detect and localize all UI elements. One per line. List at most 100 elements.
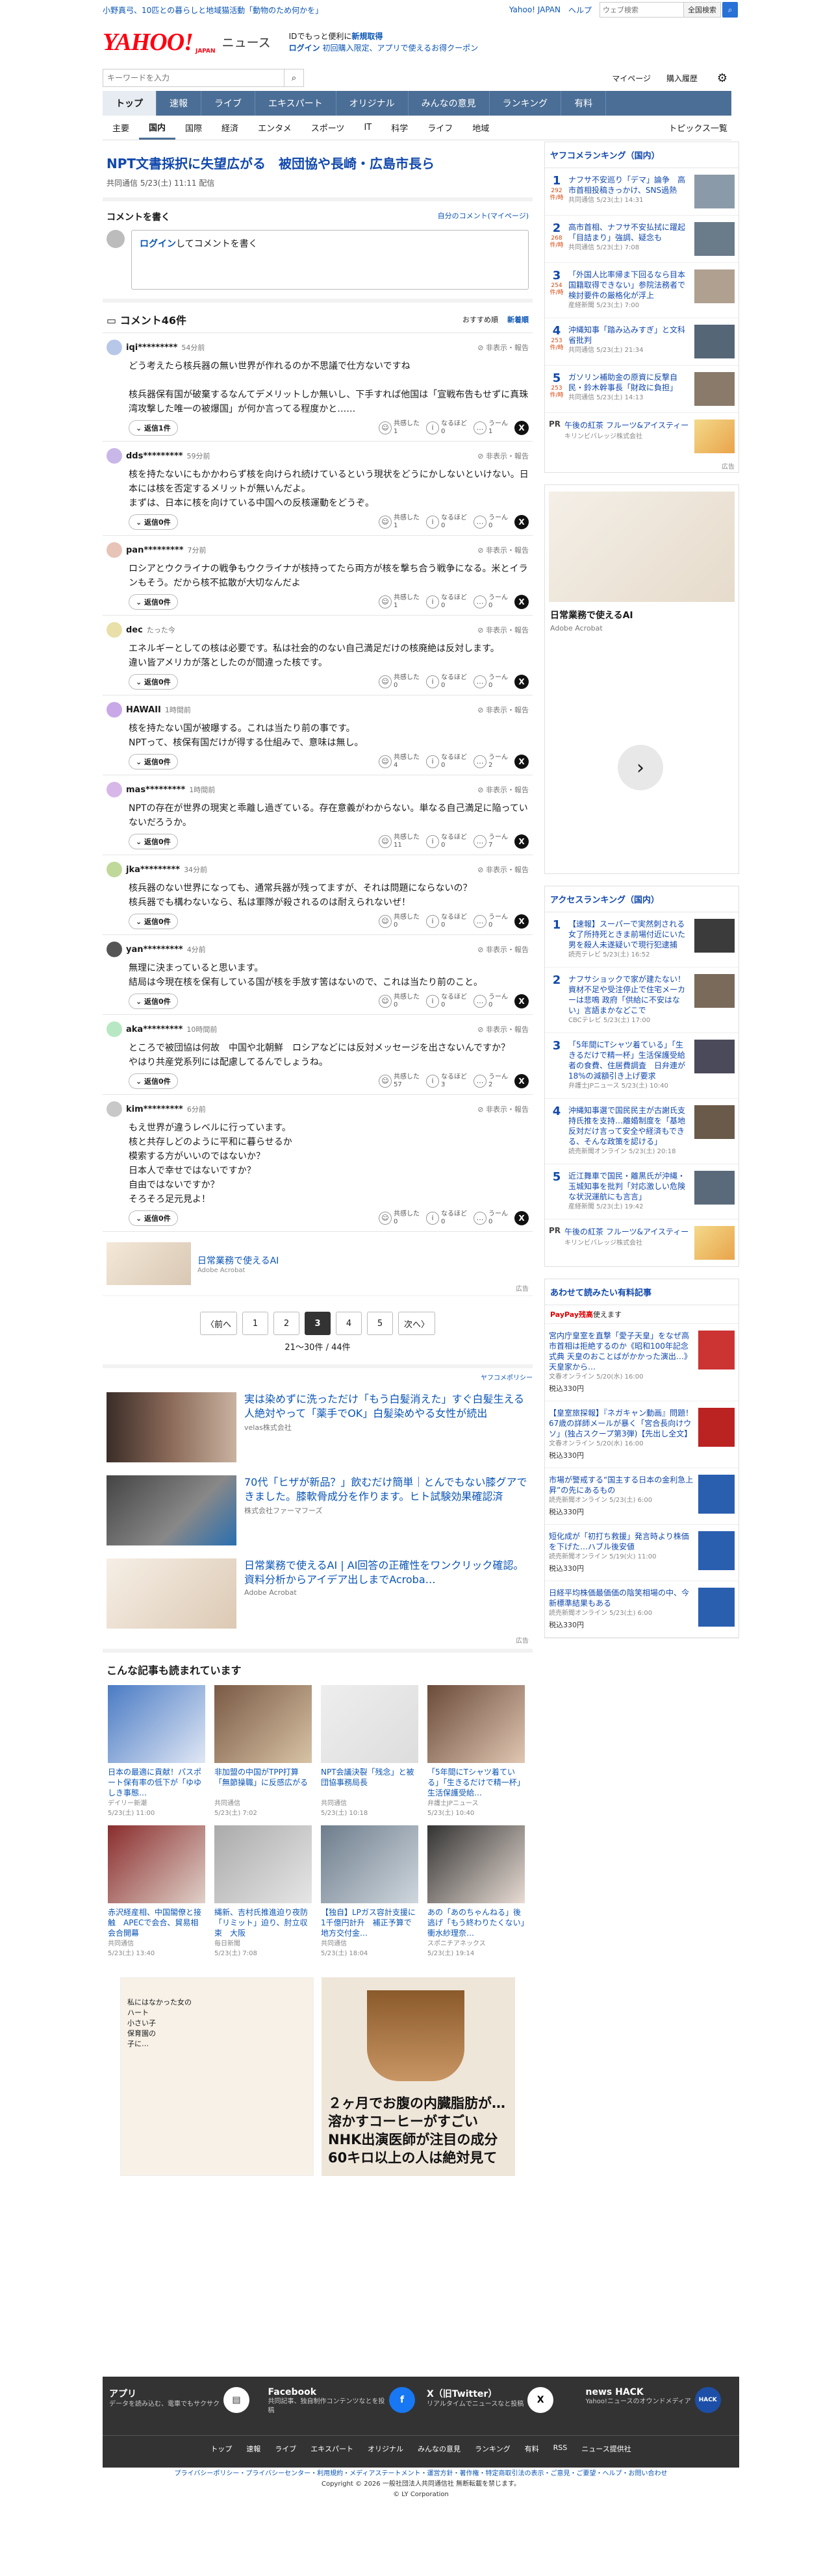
web-search-input[interactable] bbox=[600, 2, 684, 18]
page-2[interactable]: 2 bbox=[273, 1312, 299, 1335]
recommend-card[interactable]: NPT会議決裂「残念」と被団協事務局長 共同通信 5/23(土) 10:18 bbox=[321, 1685, 418, 1818]
report-link[interactable]: ⊘ 非表示・報告 bbox=[477, 784, 529, 795]
reaction-empathy[interactable]: ☺ 共感した 1 bbox=[379, 420, 420, 436]
purchase-history-link[interactable]: 購入履歴 bbox=[666, 73, 698, 84]
x-share-icon[interactable]: X bbox=[514, 595, 529, 609]
chevron-right-icon[interactable]: › bbox=[618, 745, 663, 790]
tab-it[interactable]: IT bbox=[354, 116, 381, 140]
reaction-hmm[interactable]: … うーん 0 bbox=[474, 994, 508, 1009]
x-share-icon[interactable]: X bbox=[514, 755, 529, 769]
tab-sports[interactable]: スポーツ bbox=[301, 116, 355, 140]
avatar[interactable] bbox=[107, 702, 122, 718]
comment-author[interactable]: dec bbox=[126, 625, 143, 635]
replies-button[interactable]: ⌄ 返信0件 bbox=[129, 594, 178, 610]
ad-item[interactable]: 日常業務で使えるAI | AI回答の正確性をワンクリック確認。資料分析からアイデ… bbox=[103, 1552, 533, 1635]
ranking-pr-item[interactable]: PR 午後の紅茶 フルーツ&アイスティー キリンビバレッジ株式会社 bbox=[545, 413, 739, 460]
comment-author[interactable]: iqi********* bbox=[126, 343, 177, 353]
page-3[interactable]: 3 bbox=[305, 1312, 331, 1335]
x-share-icon[interactable]: X bbox=[514, 1211, 529, 1225]
reaction-empathy[interactable]: ☺ 共感した 11 bbox=[379, 834, 420, 849]
footer-link[interactable]: RSS bbox=[553, 2444, 568, 2454]
comment-author[interactable]: dds********* bbox=[126, 451, 183, 461]
footer-link[interactable]: 有料 bbox=[525, 2444, 539, 2454]
reaction-empathy[interactable]: ☺ 共感した 0 bbox=[379, 674, 420, 690]
replies-button[interactable]: ⌄ 返信0件 bbox=[129, 754, 178, 769]
tab-main[interactable]: 主要 bbox=[103, 116, 139, 140]
reaction-empathy[interactable]: ☺ 共感した 0 bbox=[379, 1210, 420, 1226]
report-link[interactable]: ⊘ 非表示・報告 bbox=[477, 451, 529, 461]
avatar[interactable] bbox=[107, 448, 122, 464]
coupon-link[interactable]: 初回購入限定、アプリで使えるお得クーポン bbox=[322, 44, 478, 53]
legal-links[interactable]: プライバシーポリシー・プライバシーセンター・利用規約・メディアステートメント・運… bbox=[103, 2469, 739, 2479]
report-link[interactable]: ⊘ 非表示・報告 bbox=[477, 1024, 529, 1034]
avatar[interactable] bbox=[107, 622, 122, 638]
ranking-item[interactable]: 3 254 件/時 「外国人比率帰ま下回るなら目本国籍取得できない」参院法務者で検討要… bbox=[545, 263, 739, 318]
access-item[interactable]: 4 沖縄知事選で国民民主が古謝氏支持氏推を支持…離婚制度を「基地反対だけ言って安全… bbox=[545, 1099, 739, 1164]
reaction-empathy[interactable]: ☺ 共感した 0 bbox=[379, 914, 420, 929]
report-link[interactable]: ⊘ 非表示・報告 bbox=[477, 705, 529, 715]
paid-item[interactable]: 宮内庁皇室を直撃「愛子天皇」をなぜ高市首相は拒絶するのか《昭和100年記念式典 … bbox=[545, 1324, 739, 1401]
tab-life[interactable]: ライフ bbox=[418, 116, 462, 140]
mypage-link[interactable]: マイページ bbox=[612, 73, 651, 84]
nationwide-search-button[interactable]: 全国検索 bbox=[684, 2, 721, 18]
page-4[interactable]: 4 bbox=[336, 1312, 362, 1335]
footer-link[interactable]: ニュース提供社 bbox=[581, 2444, 631, 2454]
tab-international[interactable]: 国際 bbox=[175, 116, 212, 140]
article-title[interactable]: NPT文書採択に失望広がる 被団協や長崎・広島市長ら bbox=[103, 142, 533, 177]
reaction-hmm[interactable]: … うーん 2 bbox=[474, 754, 508, 769]
replies-button[interactable]: ⌄ 返信0件 bbox=[129, 914, 178, 929]
footer-link[interactable]: オリジナル bbox=[368, 2444, 403, 2454]
yahoo-japan-link[interactable]: Yahoo! JAPAN bbox=[509, 5, 561, 14]
x-share-icon[interactable]: X bbox=[514, 421, 529, 435]
recommend-card[interactable]: 「5年間にTシャツ着ている」「生きるだけで精一杯」生活保護受給… 弁護士JPニュー… bbox=[427, 1685, 525, 1818]
reaction-hmm[interactable]: … うーん 1 bbox=[474, 420, 508, 436]
yahoo-news-logo[interactable]: YAHOO! JAPAN ニュース bbox=[103, 30, 271, 55]
reaction-insight[interactable]: i なるほど 0 bbox=[426, 594, 467, 610]
ranking-item[interactable]: 4 253 件/時 沖縄知事「踏み込みすぎ」と文科省批判 共同通信 5/23(土) 21… bbox=[545, 318, 739, 366]
x-share-icon[interactable]: X bbox=[514, 1074, 529, 1088]
avatar[interactable] bbox=[107, 542, 122, 558]
nav-original[interactable]: オリジナル bbox=[336, 91, 409, 116]
paid-item[interactable]: 短化成が「初打ち救援」発言時より株価を下げた…ハブル後安値 読売新聞オンライン 5… bbox=[545, 1525, 739, 1581]
search-icon[interactable]: ⌕ bbox=[722, 2, 738, 18]
comment-author[interactable]: yan********* bbox=[126, 945, 183, 955]
reaction-insight[interactable]: i なるほど 0 bbox=[426, 754, 467, 769]
reaction-hmm[interactable]: … うーん 0 bbox=[474, 914, 508, 929]
comment-input-box[interactable]: ログインしてコメントを書く bbox=[131, 230, 529, 290]
recommend-card[interactable]: 赤沢経産相、中国閣僚と接触 APECで会合、貿易相会合開幕 共同通信 5/23(土)… bbox=[108, 1825, 205, 1958]
tab-domestic[interactable]: 国内 bbox=[139, 116, 176, 140]
ranking-item[interactable]: 1 292 件/時 ナフサ不安巡り「デマ」論争 高市首相投稿きっかけ、SNS過熱 共同通… bbox=[545, 168, 739, 216]
tab-economy[interactable]: 経済 bbox=[212, 116, 248, 140]
nav-expert[interactable]: エキスパート bbox=[255, 91, 336, 116]
recommend-card[interactable]: 【独自】LPガス容計支援に1千億円計升 補正予算で地方交付金… 共同通信 5/23(… bbox=[321, 1825, 418, 1958]
manga-ad[interactable]: 私にはなかった女の ハート 小さい子 保育園の 子に… bbox=[120, 1977, 314, 2176]
avatar[interactable] bbox=[107, 862, 122, 877]
page-5[interactable]: 5 bbox=[367, 1312, 393, 1335]
footer-link[interactable]: 速報 bbox=[246, 2444, 260, 2454]
access-item[interactable]: 2 ナフサショックで家が建たない！資材不足や受注停止で住宅メーカーは悲鳴 政府「供… bbox=[545, 968, 739, 1033]
report-link[interactable]: ⊘ 非表示・報告 bbox=[477, 864, 529, 875]
reaction-insight[interactable]: i なるほど 0 bbox=[426, 1210, 467, 1226]
footer-link[interactable]: みんなの意見 bbox=[418, 2444, 461, 2454]
my-comments-link[interactable]: 自分のコメント(マイページ) bbox=[438, 210, 529, 223]
report-link[interactable]: ⊘ 非表示・報告 bbox=[477, 342, 529, 353]
reaction-insight[interactable]: i なるほど 0 bbox=[426, 994, 467, 1009]
sidebar-ad[interactable]: 日常業務で使えるAI Adobe Acrobat › bbox=[544, 484, 739, 874]
replies-button[interactable]: ⌄ 返信0件 bbox=[129, 834, 178, 849]
footer-link[interactable]: トップ bbox=[210, 2444, 232, 2454]
reaction-hmm[interactable]: … うーん 0 bbox=[474, 674, 508, 690]
ad-item[interactable]: 実は染めずに洗っただけ「もう白髪消えた」すぐ白髪生える人絶対やって「薬手でOK」… bbox=[103, 1386, 533, 1469]
reaction-insight[interactable]: i なるほど 0 bbox=[426, 914, 467, 929]
reaction-hmm[interactable]: … うーん 0 bbox=[474, 1210, 508, 1226]
comment-author[interactable]: jka********* bbox=[126, 865, 180, 875]
replies-button[interactable]: ⌄ 返信0件 bbox=[129, 1210, 178, 1226]
tab-local[interactable]: 地域 bbox=[462, 116, 499, 140]
sort-recommended[interactable]: おすすめ順 bbox=[462, 314, 498, 325]
nav-live[interactable]: ライブ bbox=[201, 91, 255, 116]
recommend-card[interactable]: あの「あのちゃんねる」後逃げ「もう終わりたくない」衝水紗理奈… スポニチアネックス… bbox=[427, 1825, 525, 1958]
topics-list-link[interactable]: トピックス一覧 bbox=[659, 116, 731, 140]
comment-author[interactable]: aka********* bbox=[126, 1025, 183, 1034]
coffee-ad[interactable]: ２ヶ月でお腹の内臓脂肪が… 溶かすコーヒーがすごい NHK出演医師が注目の成分 … bbox=[322, 1977, 515, 2176]
comment-author[interactable]: kim********* bbox=[126, 1105, 183, 1114]
comment-policy-link[interactable]: ヤフコメポリシー bbox=[103, 1364, 533, 1386]
